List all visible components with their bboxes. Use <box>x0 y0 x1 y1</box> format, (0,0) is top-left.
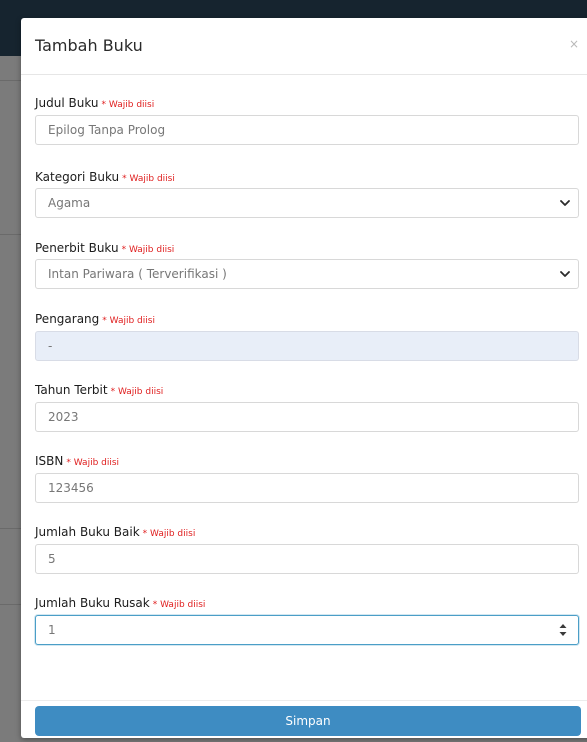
field-label-text: Pengarang <box>35 312 100 326</box>
input-value: 2023 <box>48 410 79 424</box>
required-marker: * Wajib diisi <box>121 245 175 255</box>
field-label-text: Jumlah Buku Baik <box>35 525 140 539</box>
spinner-icon[interactable] <box>558 623 568 637</box>
background-divider <box>0 234 22 235</box>
field-label-jumlah-buku-baik: Jumlah Buku Baik * Wajib diisi <box>35 525 195 539</box>
field-label-text: Kategori Buku <box>35 170 120 184</box>
field-label-jumlah-buku-rusak: Jumlah Buku Rusak * Wajib diisi <box>35 596 205 610</box>
tahun-terbit-input[interactable]: 2023 <box>35 402 579 432</box>
modal-title: Tambah Buku <box>35 36 143 55</box>
jumlah-buku-rusak-input[interactable]: 1 <box>35 615 579 645</box>
jumlah-buku-baik-input[interactable]: 5 <box>35 544 579 574</box>
field-label-text: Judul Buku <box>35 96 99 110</box>
required-marker: * Wajib diisi <box>66 458 120 468</box>
required-marker: * Wajib diisi <box>122 174 175 184</box>
field-label-tahun-terbit: Tahun Terbit * Wajib diisi <box>35 383 163 397</box>
required-marker: * Wajib diisi <box>152 600 206 610</box>
field-label-kategori-buku: Kategori Buku * Wajib diisi <box>35 170 175 184</box>
background-divider <box>0 604 22 605</box>
input-value: 1 <box>48 623 56 637</box>
required-marker: * Wajib diisi <box>110 387 164 397</box>
input-value: 5 <box>48 552 56 566</box>
penerbit-buku-select[interactable]: Intan Pariwara ( Terverifikasi ) <box>35 259 579 289</box>
modal-header: Tambah Buku × <box>21 18 587 75</box>
field-label-text: ISBN <box>35 454 64 468</box>
field-label-text: Jumlah Buku Rusak <box>35 596 150 610</box>
chevron-down-icon <box>560 200 570 206</box>
input-value: 123456 <box>48 481 94 495</box>
select-value: Intan Pariwara ( Terverifikasi ) <box>48 267 227 281</box>
kategori-buku-select[interactable]: Agama <box>35 188 579 218</box>
field-label-penerbit-buku: Penerbit Buku * Wajib diisi <box>35 241 174 255</box>
chevron-down-icon <box>560 271 570 277</box>
field-label-text: Tahun Terbit <box>35 383 108 397</box>
pengarang-input: - <box>35 331 579 361</box>
required-marker: * Wajib diisi <box>101 100 155 110</box>
add-book-modal: Tambah Buku × Judul Buku * Wajib diisi Ep… <box>21 18 587 738</box>
input-value: Epilog Tanpa Prolog <box>48 123 166 137</box>
background-divider <box>0 528 22 529</box>
field-label-judul-buku: Judul Buku * Wajib diisi <box>35 96 154 110</box>
input-value: - <box>48 339 53 353</box>
required-marker: * Wajib diisi <box>142 529 196 539</box>
modal-footer-divider <box>21 700 587 701</box>
isbn-input[interactable]: 123456 <box>35 473 579 503</box>
field-label-pengarang: Pengarang * Wajib diisi <box>35 312 155 326</box>
background-divider <box>0 80 22 81</box>
field-label-text: Penerbit Buku <box>35 241 119 255</box>
save-button[interactable]: Simpan <box>35 706 581 736</box>
field-label-isbn: ISBN * Wajib diisi <box>35 454 119 468</box>
close-icon[interactable]: × <box>569 38 579 50</box>
background-sidebar <box>0 56 22 742</box>
required-marker: * Wajib diisi <box>102 316 155 326</box>
select-value: Agama <box>48 196 91 210</box>
judul-buku-input[interactable]: Epilog Tanpa Prolog <box>35 115 579 145</box>
